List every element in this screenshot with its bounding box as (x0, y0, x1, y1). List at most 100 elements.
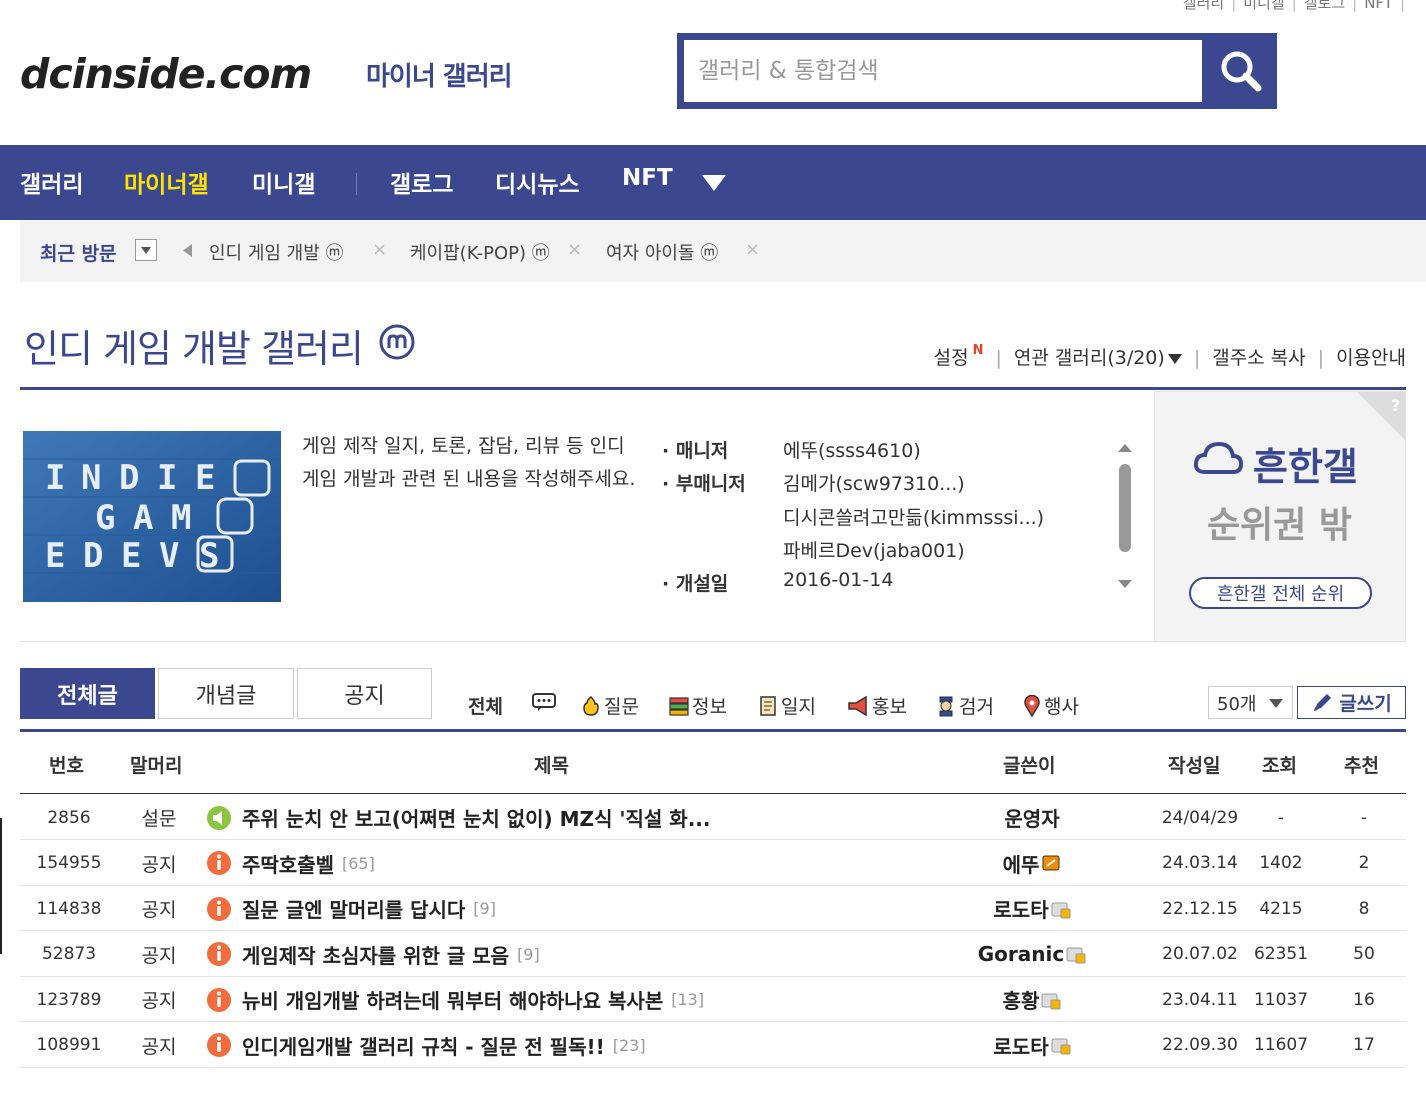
recent-remove-icon[interactable]: × (745, 239, 760, 260)
copy-address-link[interactable]: 갤주소 복사 (1212, 347, 1305, 369)
search-box (677, 33, 1277, 109)
category-question[interactable]: 질문 (580, 692, 639, 719)
post-date: 23.04.11 (1162, 989, 1238, 1010)
pencil-icon (1314, 693, 1332, 711)
info-scrollbar[interactable] (1116, 440, 1134, 592)
post-title-text[interactable]: 질문 글엔 말머리를 답시다 (242, 894, 465, 923)
category-promo[interactable]: 홍보 (846, 692, 907, 719)
post-title[interactable]: 주위 눈치 안 보고(어쩌면 눈치 없이) MZ식 '직설 화... (206, 795, 986, 840)
guide-link[interactable]: 이용안내 (1336, 347, 1406, 369)
comment-count[interactable]: [9] (517, 945, 540, 964)
tab-all-posts[interactable]: 전체글 (20, 668, 155, 719)
manager-name[interactable]: 에뚜(ssss4610) (783, 436, 921, 463)
write-button[interactable]: 글쓰기 (1297, 686, 1406, 719)
chevron-down-icon[interactable] (1167, 354, 1182, 364)
table-row[interactable]: 52873 공지 게임제작 초심자를 위한 글 모음 [9] Goranic 2… (20, 932, 1406, 977)
category-all[interactable]: 전체 (468, 692, 503, 719)
category-event[interactable]: 행사 (1022, 692, 1079, 719)
help-icon[interactable]: ? (1357, 392, 1405, 440)
tab-notice[interactable]: 공지 (297, 668, 432, 719)
logo-subtitle[interactable]: 마이너 갤러리 (366, 56, 513, 93)
manager-badge-icon (1042, 855, 1060, 871)
nav-mini-gallery[interactable]: 미니갤 (252, 165, 315, 199)
recent-item-girlgroup[interactable]: 여자 아이돌 ⓜ (606, 239, 718, 265)
recent-item-indie[interactable]: 인디 게임 개발 ⓜ (209, 239, 344, 265)
police-icon (939, 696, 953, 716)
recent-item-kpop[interactable]: 케이팝(K-POP) ⓜ (410, 239, 550, 265)
sub-manager-name[interactable]: 김메가(scw97310...) (783, 469, 965, 496)
post-title[interactable]: 뉴비 개임개발 하려는데 뭐부터 해야하나요 복사본 [13] (206, 977, 986, 1022)
comment-count[interactable]: [9] (473, 899, 496, 918)
post-writer[interactable]: 운영자 (930, 795, 1134, 840)
post-title-text[interactable]: 뉴비 개임개발 하려는데 뭐부터 해야하나요 복사본 (242, 985, 663, 1014)
post-writer[interactable]: 에뚜 (930, 841, 1134, 886)
post-title[interactable]: 게임제작 초심자를 위한 글 모음 [9] (206, 932, 986, 977)
speech-bubble-icon (532, 693, 556, 711)
full-ranking-button[interactable]: 흔한갤 전체 순위 (1189, 577, 1372, 609)
util-nft-link[interactable]: NFT (1364, 0, 1393, 12)
util-gallog-link[interactable]: 갤로그 (1304, 0, 1345, 12)
sub-manager-name[interactable]: 디시콘쓸려고만듦(kimmsssi...) (783, 503, 1044, 530)
post-title-text[interactable]: 게임제작 초심자를 위한 글 모음 (242, 940, 509, 969)
util-gallery-link[interactable]: 갤러리 (1183, 0, 1224, 12)
post-title-text[interactable]: 주딱호출벨 (242, 849, 334, 878)
per-page-select[interactable]: 50개 (1208, 686, 1293, 719)
post-title[interactable]: 주딱호출벨 [65] (206, 841, 986, 886)
category-info[interactable]: 정보 (668, 692, 727, 719)
nav-minor-gallery[interactable]: 마이너갤 (124, 165, 209, 199)
comment-count[interactable]: [65] (342, 854, 375, 873)
nav-more-icon[interactable] (702, 175, 726, 191)
post-recommend: 2 (1358, 853, 1370, 873)
related-gallery-link[interactable]: 연관 갤러리(3/20) (1014, 347, 1165, 369)
megaphone-icon (848, 695, 867, 716)
thumb-letter: I (157, 458, 177, 498)
tab-recommended[interactable]: 개념글 (158, 668, 294, 719)
header-divider (20, 793, 1406, 794)
comment-count[interactable]: [23] (613, 1036, 646, 1055)
post-writer[interactable]: 로도타 (930, 886, 1134, 931)
recent-remove-icon[interactable]: × (372, 239, 387, 260)
table-row[interactable]: 154955 공지 주딱호출벨 [65] 에뚜 24.03.14 1402 2 (20, 841, 1406, 886)
post-views: 11037 (1253, 989, 1309, 1010)
chevron-down-icon (141, 246, 151, 254)
chevron-down-icon (1269, 699, 1283, 708)
site-logo[interactable]: dcinside.com (20, 50, 312, 98)
post-recommend: 16 (1353, 989, 1375, 1010)
category-chat[interactable] (532, 692, 558, 712)
nav-gallery[interactable]: 갤러리 (20, 165, 83, 199)
settings-link[interactable]: 설정 (934, 347, 969, 369)
post-title[interactable]: 질문 글엔 말머리를 답시다 [9] (206, 886, 986, 931)
search-button[interactable] (1205, 33, 1277, 109)
user-badge-icon (1041, 993, 1061, 1009)
nav-nft[interactable]: NFT (622, 165, 673, 191)
col-recommend: 추천 (1344, 755, 1379, 777)
category-report[interactable]: 검거 (935, 692, 994, 719)
table-row[interactable]: 108991 공지 인디게임개발 갤러리 규칙 - 질문 전 필독!! [23]… (20, 1023, 1406, 1068)
table-row[interactable]: 114838 공지 질문 글엔 말머리를 답시다 [9] 로도타 22.12.1… (20, 886, 1406, 931)
nav-dcnews[interactable]: 디시뉴스 (495, 165, 580, 199)
util-minigall-link[interactable]: 미니갤 (1243, 0, 1284, 12)
recent-remove-icon[interactable]: × (567, 239, 582, 260)
table-row[interactable]: 123789 공지 뉴비 개임개발 하려는데 뭐부터 해야하나요 복사본 [13… (20, 977, 1406, 1022)
post-title[interactable]: 인디게임개발 갤러리 규칙 - 질문 전 필독!! [23] (206, 1023, 986, 1068)
post-writer[interactable]: 흥황 (930, 977, 1134, 1022)
post-title-text[interactable]: 주위 눈치 안 보고(어쩌면 눈치 없이) MZ식 '직설 화... (242, 803, 711, 832)
recent-toggle-button[interactable] (135, 239, 157, 261)
col-writer: 글쓴이 (1003, 755, 1056, 777)
svg-text:?: ? (1391, 396, 1400, 415)
title-divider (20, 387, 1406, 390)
table-row[interactable]: 2856 설문 주위 눈치 안 보고(어쩌면 눈치 없이) MZ식 '직설 화.… (20, 795, 1406, 840)
post-writer[interactable]: 로도타 (930, 1023, 1134, 1068)
post-title-text[interactable]: 인디게임개발 갤러리 규칙 - 질문 전 필독!! (242, 1031, 605, 1060)
thumb-letter: D (119, 458, 139, 498)
col-views: 조회 (1262, 755, 1297, 777)
nav-gallog[interactable]: 갤로그 (390, 165, 453, 199)
col-title: 제목 (534, 755, 569, 777)
recent-prev-icon[interactable] (183, 244, 192, 257)
category-diary[interactable]: 일지 (757, 692, 816, 719)
post-number: 123789 (36, 989, 102, 1010)
search-input[interactable] (684, 40, 1202, 102)
sub-manager-name[interactable]: 파베르Dev(jaba001) (783, 536, 965, 563)
post-writer[interactable]: Goranic (930, 932, 1134, 977)
comment-count[interactable]: [13] (671, 990, 704, 1009)
